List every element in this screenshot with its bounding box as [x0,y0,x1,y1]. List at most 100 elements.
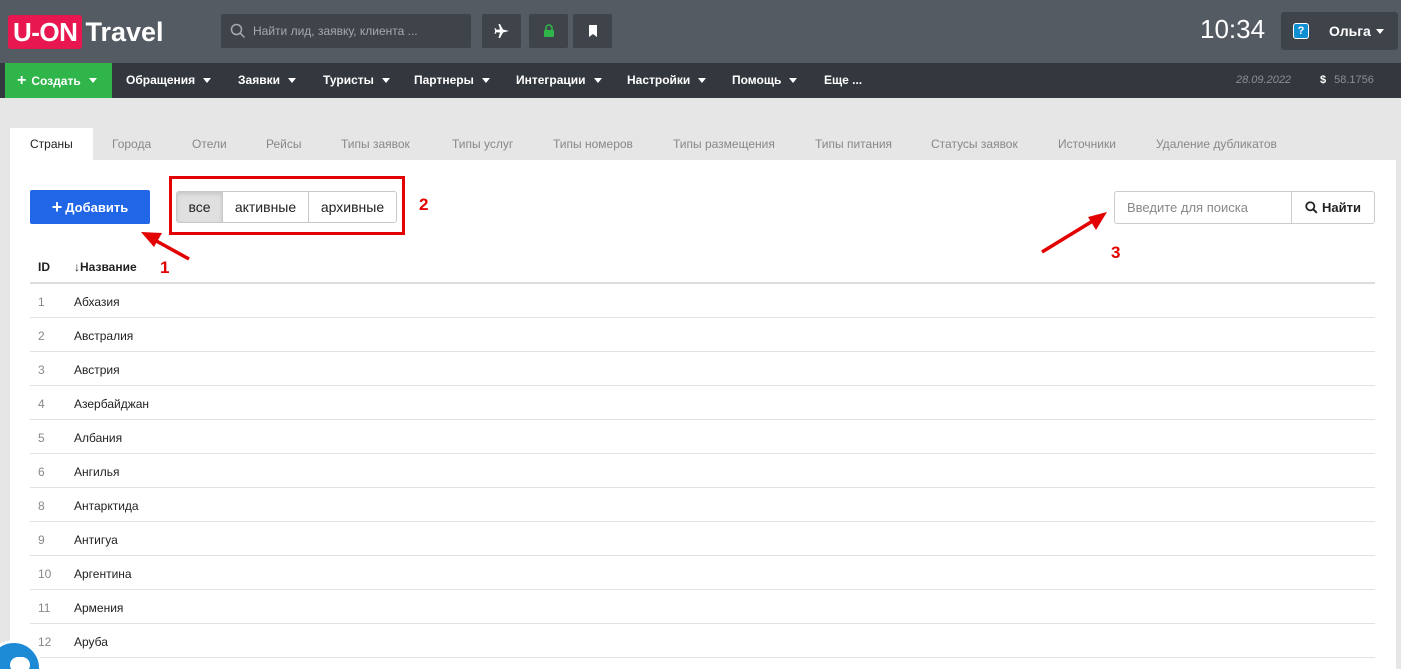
nav-label: Помощь [732,73,782,87]
row-name[interactable]: Аруба [74,635,108,649]
chevron-down-icon [88,78,97,83]
column-id[interactable]: ID [38,260,50,274]
table-row[interactable]: 9 Антигуа [30,522,1375,556]
nav-item-help[interactable]: Помощь [732,63,798,98]
create-button[interactable]: + Создать [5,63,112,98]
logo[interactable]: U-ON Travel [8,15,164,49]
table-header: ID ↓Название [30,250,1375,284]
table-row[interactable]: 5 Албания [30,420,1375,454]
nav-label: Интеграции [516,73,586,87]
tab-accommodation-types[interactable]: Типы размещения [653,128,795,160]
current-date: 28.09.2022 [1236,74,1292,86]
content-panel: + Добавить все активные архивные Найти I… [10,160,1396,669]
add-button[interactable]: + Добавить [30,190,150,224]
table-row[interactable]: 6 Ангилья [30,454,1375,488]
row-id: 9 [38,533,45,547]
chevron-down-icon [381,78,390,84]
help-icon[interactable]: ? [1293,23,1309,39]
row-id: 10 [38,567,52,581]
tab-sources[interactable]: Источники [1039,128,1137,160]
row-name[interactable]: Антарктида [74,499,139,513]
nav-label: Туристы [323,73,374,87]
bookmark-icon [588,25,597,37]
nav-label: Заявки [238,73,280,87]
lock-button[interactable] [529,14,568,48]
row-name[interactable]: Аргентина [74,567,132,581]
tab-room-types[interactable]: Типы номеров [533,128,653,160]
row-name[interactable]: Австралия [74,329,133,343]
nav-item-integrations[interactable]: Интеграции [516,63,602,98]
chevron-down-icon [698,78,707,84]
nav-item-requests[interactable]: Заявки [238,63,296,98]
tab-hotels[interactable]: Отели [173,128,248,160]
filter-highlight-box [169,176,405,235]
top-bar: U-ON Travel 10:34 ? Ольга [0,0,1401,63]
search-icon [230,23,246,39]
flights-button[interactable] [482,14,521,48]
column-name[interactable]: ↓Название [74,260,137,274]
table-row[interactable]: 11 Армения [30,590,1375,624]
tab-request-statuses[interactable]: Статусы заявок [912,128,1039,160]
row-id: 2 [38,329,45,343]
chevron-down-icon [789,78,798,84]
clock: 10:34 [1200,14,1266,44]
tab-countries[interactable]: Страны [10,128,93,160]
add-label: Добавить [65,199,129,215]
chevron-down-icon [203,78,212,84]
row-name[interactable]: Албания [74,431,122,445]
tab-service-types[interactable]: Типы услуг [432,128,533,160]
tab-cities[interactable]: Города [93,128,173,160]
table-row[interactable]: 4 Азербайджан [30,386,1375,420]
annotation-3: 3 [1111,243,1121,262]
plus-icon: + [51,196,63,217]
column-name-label: Название [80,260,137,274]
row-name[interactable]: Ангилья [74,465,119,479]
table-search-input[interactable] [1114,191,1291,224]
chevron-down-icon [1375,28,1384,34]
tab-request-types[interactable]: Типы заявок [323,128,432,160]
annotation-2: 2 [419,195,429,214]
create-label: Создать [31,73,81,88]
global-search-input[interactable] [253,24,463,38]
annotation-1: 1 [160,258,170,277]
user-name: Ольга [1329,23,1371,39]
row-name[interactable]: Австрия [74,363,120,377]
table-row[interactable]: 2 Австралия [30,318,1375,352]
nav-item-tourists[interactable]: Туристы [323,63,390,98]
nav-item-settings[interactable]: Настройки [627,63,707,98]
main-nav: + Создать Обращения Заявки Туристы Партн… [0,63,1401,98]
row-name[interactable]: Армения [74,601,123,615]
plus-icon: + [17,71,27,89]
table-row[interactable]: 10 Аргентина [30,556,1375,590]
nav-label: Обращения [126,73,196,87]
table-row[interactable]: 12 Аруба [30,624,1375,658]
tab-remove-duplicates[interactable]: Удаление дубликатов [1137,128,1282,160]
search-button[interactable]: Найти [1291,191,1375,224]
search-icon [1305,201,1318,214]
nav-label: Настройки [627,73,691,87]
global-search[interactable] [221,14,471,48]
bookmark-button[interactable] [573,14,612,48]
nav-label: Еще ... [824,73,863,87]
table-row[interactable]: 8 Антарктида [30,488,1375,522]
table-search: Найти [1114,191,1375,224]
exchange-rate: $58.1756 [1320,63,1374,98]
row-id: 3 [38,363,45,377]
nav-item-partners[interactable]: Партнеры [414,63,490,98]
nav-item-more[interactable]: Еще ... [824,63,862,98]
row-name[interactable]: Антигуа [74,533,118,547]
tab-meal-types[interactable]: Типы питания [795,128,912,160]
row-id: 12 [38,635,52,649]
search-button-label: Найти [1322,200,1361,215]
nav-label: Партнеры [414,73,474,87]
table-row[interactable]: 3 Австрия [30,352,1375,386]
nav-item-appeals[interactable]: Обращения [126,63,212,98]
row-name[interactable]: Азербайджан [74,397,149,411]
row-id: 5 [38,431,45,445]
table-row[interactable]: 1 Абхазия [30,284,1375,318]
tab-flights[interactable]: Рейсы [248,128,323,160]
user-menu[interactable]: ? Ольга [1281,12,1398,50]
chevron-down-icon [287,78,296,84]
row-id: 6 [38,465,45,479]
row-name[interactable]: Абхазия [74,295,120,309]
